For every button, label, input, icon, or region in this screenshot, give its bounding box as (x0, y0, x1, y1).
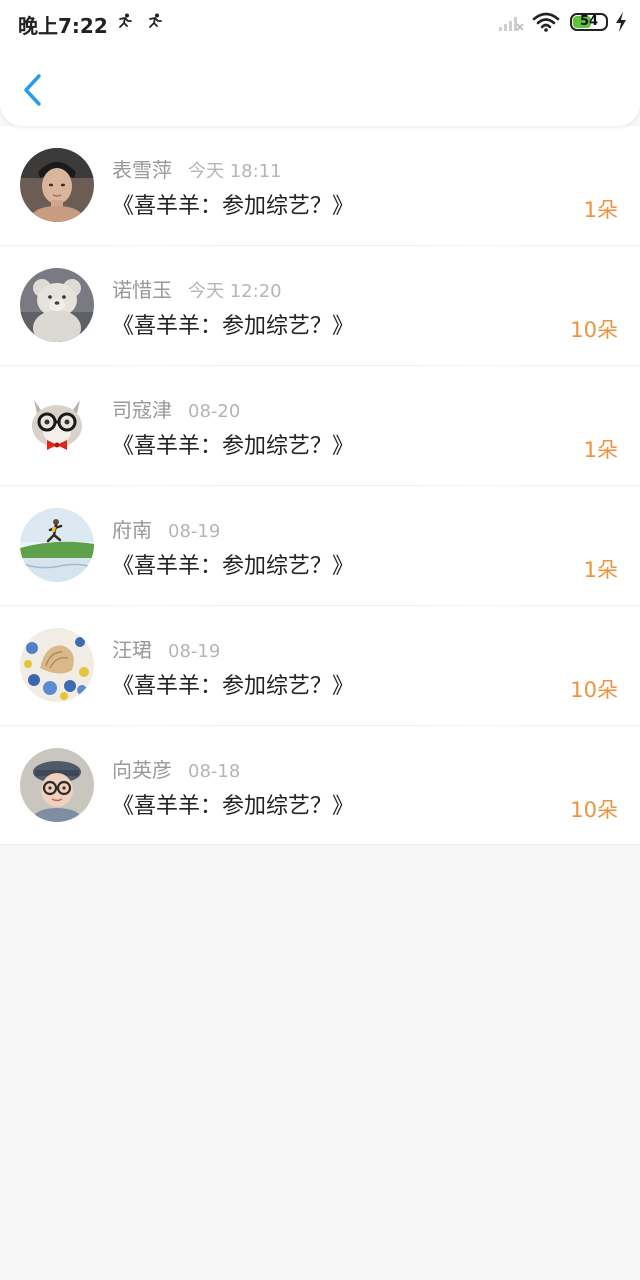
work-title: 《喜羊羊：参加综艺？》 (112, 674, 355, 699)
seashell-and-glass-beads-photo-icon (20, 628, 94, 702)
sender-name-line: 司寇津 08-20 (112, 394, 240, 423)
flower-amount: 10朵 (570, 798, 618, 822)
running-person-icon (149, 13, 162, 28)
sender-name: 向英彦 (112, 758, 172, 782)
sender-name: 府南 (112, 518, 152, 542)
sender-name-line: 表雪萍 今天 18:11 (112, 154, 282, 183)
send-time: 今天 18:11 (188, 161, 282, 182)
child-with-glasses-photo-icon (20, 748, 94, 822)
avatar[interactable] (20, 508, 94, 582)
avatar[interactable] (20, 388, 94, 462)
list-item[interactable]: 汪珺 08-19 《喜羊羊：参加综艺？》 10朵 (0, 606, 640, 726)
send-time: 08-20 (188, 401, 241, 422)
avatar[interactable] (20, 268, 94, 342)
avatar[interactable] (20, 148, 94, 222)
runner-on-grass-photo-icon (20, 508, 94, 582)
back-button[interactable] (18, 70, 52, 110)
flower-amount: 1朵 (583, 438, 618, 462)
status-time: 晚上7:22 (18, 14, 108, 38)
flower-amount: 1朵 (583, 558, 618, 582)
work-title: 《喜羊羊：参加综艺？》 (112, 194, 355, 219)
status-bar: 晚上7:22 54 (0, 0, 640, 44)
send-time: 08-19 (168, 641, 221, 662)
teddy-bear-photo-icon (20, 268, 94, 342)
list-item[interactable]: 府南 08-19 《喜羊羊：参加综艺？》 1朵 (0, 486, 640, 606)
send-time: 08-19 (168, 521, 221, 542)
sender-name-line: 向英彦 08-18 (112, 754, 240, 783)
header: 晚上7:22 54 (0, 0, 640, 126)
flower-amount: 10朵 (570, 318, 618, 342)
work-title: 《喜羊羊：参加综艺？》 (112, 314, 355, 339)
sender-name-line: 府南 08-19 (112, 514, 220, 543)
sender-name-line: 汪珺 08-19 (112, 634, 220, 663)
young-man-photo-icon (20, 148, 94, 222)
charging-bolt-icon (616, 12, 626, 32)
battery-level: 54 (579, 14, 599, 29)
sender-name: 表雪萍 (112, 158, 172, 182)
work-title: 《喜羊羊：参加综艺？》 (112, 794, 355, 819)
list-item[interactable]: 司寇津 08-20 《喜羊羊：参加综艺？》 1朵 (0, 366, 640, 486)
list-item[interactable]: 诺惜玉 今天 12:20 《喜羊羊：参加综艺？》 10朵 (0, 246, 640, 366)
sender-name: 诺惜玉 (112, 278, 172, 302)
work-title: 《喜羊羊：参加综艺？》 (112, 554, 355, 579)
sender-name: 汪珺 (112, 638, 152, 662)
gift-record-list: 表雪萍 今天 18:11 《喜羊羊：参加综艺？》 1朵 诺惜玉 今天 12:20… (0, 126, 640, 845)
wifi-icon (532, 12, 560, 32)
list-item[interactable]: 向英彦 08-18 《喜羊羊：参加综艺？》 10朵 (0, 726, 640, 845)
status-icons: 54 (498, 10, 628, 34)
signal-no-sim-icon (499, 17, 524, 31)
list-item[interactable]: 表雪萍 今天 18:11 《喜羊羊：参加综艺？》 1朵 (0, 126, 640, 246)
chevron-left-icon (24, 74, 41, 106)
flower-amount: 1朵 (583, 198, 618, 222)
work-title: 《喜羊羊：参加综艺？》 (112, 434, 355, 459)
avatar[interactable] (20, 628, 94, 702)
sender-name: 司寇津 (112, 398, 172, 422)
send-time: 08-18 (188, 761, 241, 782)
running-person-icon (119, 13, 132, 28)
flower-amount: 10朵 (570, 678, 618, 702)
avatar[interactable] (20, 748, 94, 822)
send-time: 今天 12:20 (188, 281, 282, 302)
cat-with-glasses-photo-icon (20, 388, 94, 462)
battery-icon: 54 (570, 13, 608, 31)
sender-name-line: 诺惜玉 今天 12:20 (112, 274, 282, 303)
screen: 晚上7:22 54 表雪萍 今天 18:11 《喜羊羊：参加综艺？》 1朵 诺惜… (0, 0, 640, 1280)
